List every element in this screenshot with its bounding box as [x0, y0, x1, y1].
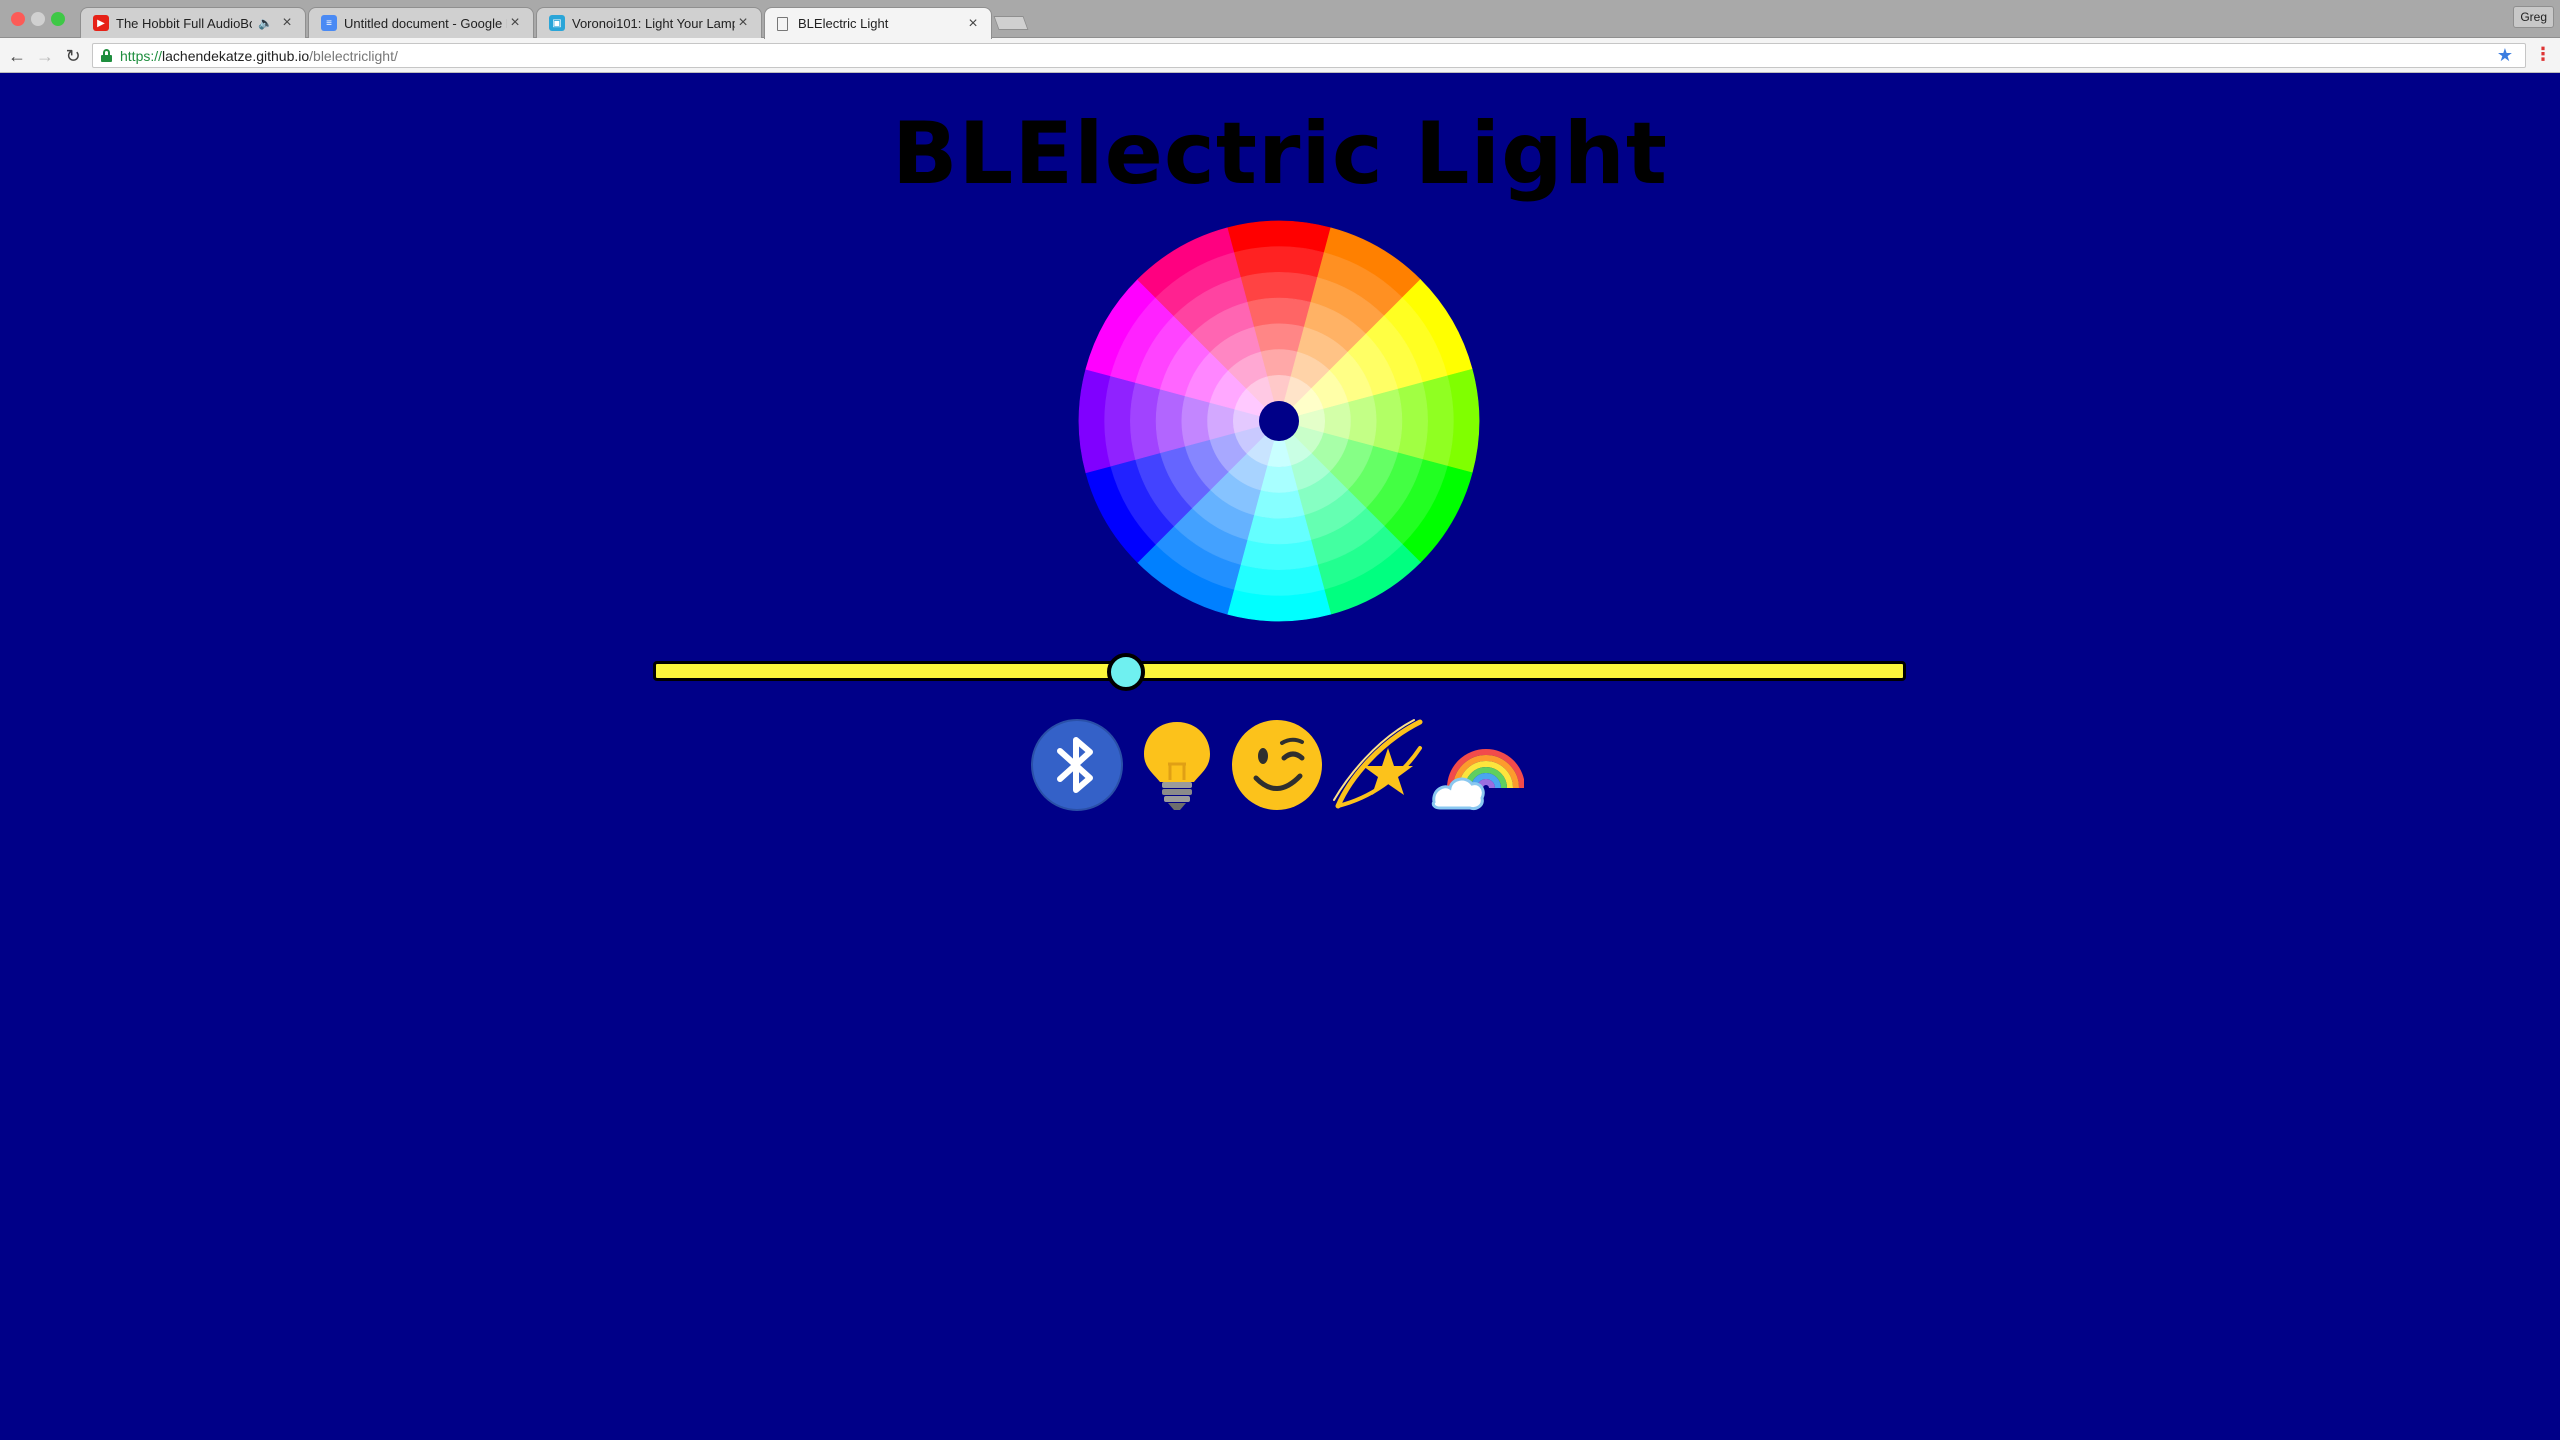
- reload-icon[interactable]: ↻: [62, 45, 84, 67]
- color-wheel[interactable]: [1078, 220, 1480, 622]
- window-close-button[interactable]: [11, 12, 25, 26]
- lock-icon: [101, 49, 112, 62]
- lightbulb-button[interactable]: [1130, 718, 1224, 812]
- tab-title: Voronoi101: Light Your Lamp: [572, 15, 735, 31]
- tab-close-icon[interactable]: ×: [507, 14, 523, 32]
- tab-close-icon[interactable]: ×: [279, 14, 295, 32]
- slider-thumb[interactable]: [1107, 653, 1146, 691]
- google-docs-icon: ≡: [321, 15, 337, 31]
- mode-buttons: [1030, 718, 1530, 818]
- color-wheel-swatch[interactable]: [1155, 388, 1186, 454]
- page-content: BLElectric Light: [0, 74, 2560, 1440]
- color-wheel-swatch[interactable]: [1253, 489, 1305, 519]
- tab-voronoi[interactable]: ▣ Voronoi101: Light Your Lamp ×: [536, 7, 762, 38]
- color-wheel-center: [1259, 401, 1299, 441]
- instructables-icon: ▣: [549, 15, 565, 31]
- winking-face-icon: [1232, 720, 1322, 810]
- winking-face-button[interactable]: [1230, 718, 1324, 812]
- page-title: BLElectric Light: [892, 104, 1668, 204]
- tab-close-icon[interactable]: ×: [965, 15, 981, 33]
- address-bar[interactable]: https:// lachendekatze.github.io /blelec…: [92, 43, 2526, 68]
- browser-tab-strip: ▶ The Hobbit Full AudioBook 🔈 × ≡ Untitl…: [0, 0, 2560, 39]
- bluetooth-button[interactable]: [1030, 718, 1124, 812]
- tab-title: The Hobbit Full AudioBook: [116, 15, 252, 31]
- window-maximize-button[interactable]: [51, 12, 65, 26]
- url-scheme: https://: [120, 47, 163, 64]
- url-host: lachendekatze.github.io: [162, 47, 310, 64]
- rainbow-button[interactable]: [1430, 718, 1524, 812]
- brightness-slider[interactable]: [653, 653, 1906, 691]
- tab-title: Untitled document - Google D: [344, 15, 507, 31]
- page-icon: [777, 16, 788, 31]
- window-minimize-button[interactable]: [31, 12, 45, 26]
- lightbulb-icon: [1144, 722, 1210, 810]
- back-arrow-icon[interactable]: ←: [6, 45, 28, 67]
- youtube-icon: ▶: [93, 15, 109, 31]
- tab-hobbit-audiobook[interactable]: ▶ The Hobbit Full AudioBook 🔈 ×: [80, 7, 306, 38]
- forward-arrow-icon[interactable]: →: [34, 45, 56, 67]
- shooting-star-button[interactable]: [1330, 718, 1424, 812]
- browser-toolbar: ← → ↻ https:// lachendekatze.github.io /…: [0, 38, 2560, 73]
- tab-title: BLElectric Light: [798, 16, 889, 31]
- profile-button[interactable]: Greg: [2513, 6, 2554, 28]
- tab-google-doc[interactable]: ≡ Untitled document - Google D ×: [308, 7, 534, 38]
- bookmark-star-icon[interactable]: ★: [2497, 45, 2513, 66]
- color-wheel-swatch[interactable]: [1372, 388, 1403, 454]
- color-wheel-swatch[interactable]: [1347, 395, 1377, 447]
- color-wheel-swatch[interactable]: [1246, 297, 1312, 328]
- tab-close-icon[interactable]: ×: [735, 14, 751, 32]
- color-wheel-swatch[interactable]: [1246, 514, 1312, 545]
- speaker-icon[interactable]: 🔈: [258, 16, 273, 30]
- color-wheel-swatch[interactable]: [1181, 395, 1211, 447]
- browser-menu-icon[interactable]: ⋮: [2534, 44, 2552, 65]
- tab-blelectric-light[interactable]: BLElectric Light ×: [764, 7, 992, 39]
- color-wheel-swatch[interactable]: [1253, 323, 1305, 353]
- color-wheel-graphic[interactable]: [1078, 220, 1480, 622]
- url-path: /blelectriclight/: [309, 47, 398, 64]
- new-tab-button[interactable]: [993, 16, 1029, 30]
- rainbow-icon: [1431, 749, 1524, 810]
- shooting-star-icon: [1333, 719, 1423, 809]
- bluetooth-icon: [1031, 719, 1123, 811]
